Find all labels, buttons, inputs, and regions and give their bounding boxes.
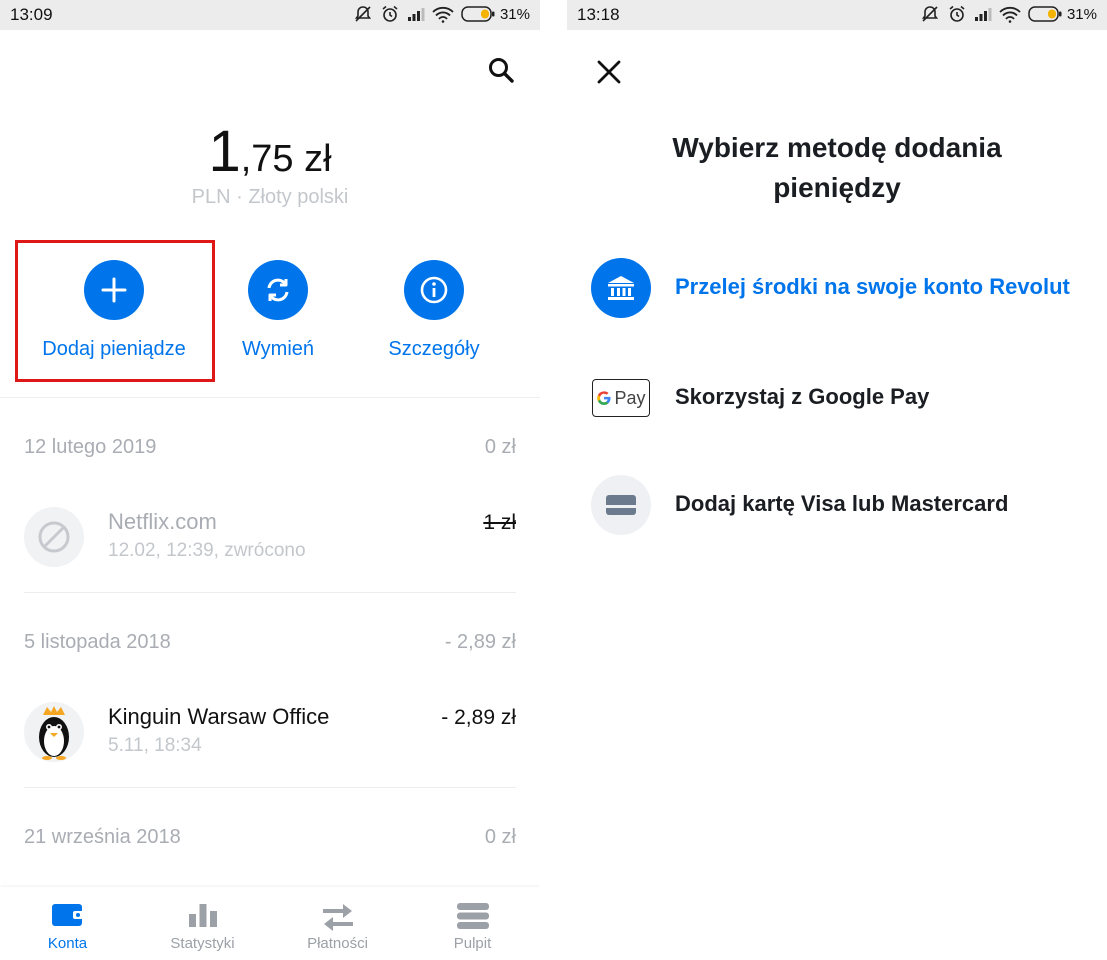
tab-accounts-label: Konta	[47, 935, 88, 952]
tab-statistics[interactable]: Statystyki	[135, 887, 270, 960]
google-pay-badge: Pay	[592, 379, 650, 417]
battery-icon	[1028, 6, 1062, 22]
date-total: 0 zł	[484, 826, 516, 848]
transfer-arrows-icon	[322, 904, 353, 931]
date-header: 12 lutego 2019 0 zł	[24, 436, 516, 459]
date-label: 5 listopada 2018	[24, 631, 171, 653]
transaction-title: Kinguin Warsaw Office	[108, 704, 330, 729]
transaction-subtitle: 5.11, 18:34	[108, 735, 202, 756]
add-money-method-screen: 13:18 31% Wybierz metodę dodania pienięd…	[567, 0, 1107, 960]
exchange-button[interactable]: Wymień	[218, 260, 338, 361]
close-icon[interactable]	[595, 58, 623, 86]
battery-percent: 31%	[499, 5, 530, 23]
bank-transfer-option[interactable]: Przelej środki na swoje konto Revolut	[591, 258, 1091, 318]
status-bar: 13:18 31%	[567, 0, 1107, 30]
transaction-title: Netflix.com	[108, 509, 217, 534]
title-line-1: Wybierz metodę dodania	[672, 132, 1002, 163]
status-icons: 31%	[353, 4, 530, 24]
status-icons: 31%	[920, 4, 1097, 24]
status-time: 13:18	[577, 5, 620, 24]
google-pay-option[interactable]: Pay Skorzystaj z Google Pay	[591, 368, 1091, 428]
date-header: 5 listopada 2018 - 2,89 zł	[24, 631, 516, 654]
google-pay-icon: Pay	[591, 368, 651, 428]
wallet-icon	[51, 904, 85, 926]
page-title: Wybierz metodę dodania pieniędzy	[567, 128, 1107, 208]
battery-percent: 31%	[1066, 5, 1097, 23]
status-time: 13:09	[10, 5, 53, 24]
signal-icon	[974, 8, 992, 21]
signal-icon	[407, 8, 425, 21]
add-card-option[interactable]: Dodaj kartę Visa lub Mastercard	[591, 475, 1091, 535]
transaction-amount: - 2,89 zł	[441, 706, 516, 729]
wifi-icon	[999, 6, 1021, 23]
separator	[24, 787, 516, 788]
transaction-row[interactable]: Kinguin Warsaw Office 5.11, 18:34 - 2,89…	[24, 702, 516, 762]
tab-statistics-label: Statystyki	[170, 935, 235, 952]
date-total: - 2,89 zł	[444, 631, 516, 653]
bottom-nav: Konta Statystyki Płatności Pulpit	[0, 887, 540, 960]
alarm-icon	[382, 5, 398, 22]
title-line-2: pieniędzy	[773, 172, 901, 203]
balance-amount: 1,75 zł	[0, 118, 540, 185]
details-button[interactable]: Szczegóły	[374, 260, 494, 361]
bank-transfer-label: Przelej środki na swoje konto Revolut	[675, 274, 1070, 299]
add-card-label: Dodaj kartę Visa lub Mastercard	[675, 491, 1009, 516]
transaction-subtitle: 12.02, 12:39, zwrócono	[108, 540, 306, 561]
google-pay-badge-text: Pay	[614, 387, 646, 408]
date-header: 21 września 2018 0 zł	[24, 826, 516, 849]
exchange-label: Wymień	[241, 338, 315, 360]
date-label: 21 września 2018	[24, 826, 181, 848]
status-bar: 13:09 31%	[0, 0, 540, 30]
info-icon	[404, 260, 464, 320]
google-pay-label: Skorzystaj z Google Pay	[675, 384, 930, 409]
exchange-icon	[248, 260, 308, 320]
card-icon	[591, 475, 651, 535]
tab-payments[interactable]: Płatności	[270, 887, 405, 960]
transaction-row[interactable]: Netflix.com 12.02, 12:39, zwrócono 1 zł	[24, 507, 516, 567]
add-money-label: Dodaj pieniądze	[42, 338, 186, 360]
plus-icon	[84, 260, 144, 320]
details-label: Szczegóły	[388, 338, 480, 360]
alarm-icon	[949, 5, 965, 22]
add-money-button[interactable]: Dodaj pieniądze	[24, 260, 204, 361]
cards-stack-icon	[456, 903, 489, 929]
mute-icon	[921, 6, 939, 22]
tab-payments-label: Płatności	[307, 935, 368, 952]
tab-dashboard-label: Pulpit	[453, 935, 492, 952]
bank-icon	[591, 258, 651, 318]
tab-dashboard[interactable]: Pulpit	[405, 887, 540, 960]
tab-accounts[interactable]: Konta	[0, 887, 135, 960]
separator	[24, 592, 516, 593]
date-total: 0 zł	[484, 436, 516, 458]
balance-whole: 1	[208, 119, 241, 184]
date-label: 12 lutego 2019	[24, 436, 157, 458]
battery-icon	[461, 6, 495, 22]
balance-fraction: ,75 zł	[240, 138, 332, 180]
search-icon[interactable]	[485, 54, 517, 86]
accounts-screen: 13:09 31% 1,75 zł PLN · Złoty polski Dod…	[0, 0, 540, 960]
transaction-amount: 1 zł	[483, 511, 516, 534]
bar-chart-icon	[188, 904, 217, 927]
divider	[0, 397, 540, 398]
blocked-icon	[24, 507, 84, 567]
penguin-icon	[24, 702, 84, 762]
balance-currency: PLN · Złoty polski	[191, 186, 349, 208]
mute-icon	[354, 6, 372, 22]
wifi-icon	[432, 6, 454, 23]
